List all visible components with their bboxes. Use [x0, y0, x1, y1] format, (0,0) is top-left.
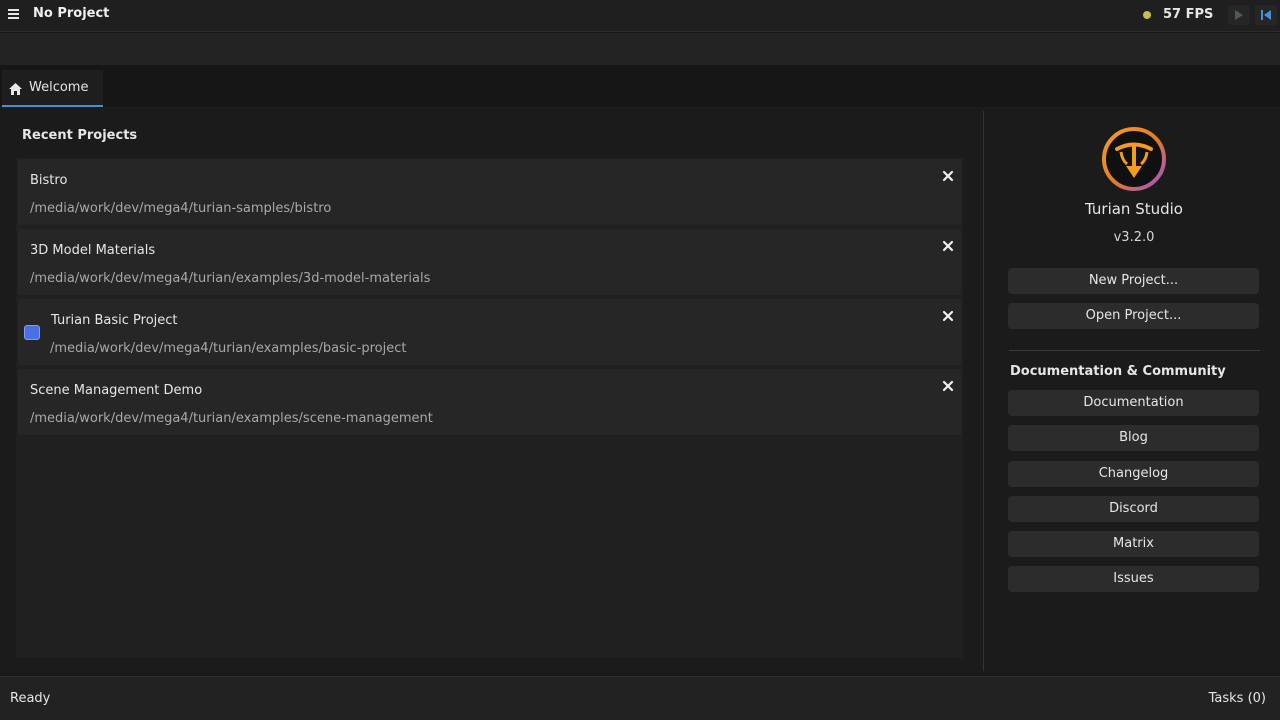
matrix-button[interactable]: Matrix — [1008, 531, 1259, 557]
fps-status-dot — [1143, 11, 1151, 19]
fps-counter: 57 FPS — [1163, 7, 1214, 22]
tab-welcome-label: Welcome — [29, 80, 89, 95]
project-path: /media/work/dev/mega4/turian-samples/bis… — [30, 201, 332, 216]
close-icon[interactable] — [941, 309, 955, 323]
status-bar: Ready Tasks (0) — [0, 676, 1280, 720]
issues-button[interactable]: Issues — [1008, 566, 1259, 592]
project-name: Scene Management Demo — [30, 383, 203, 398]
toolbar — [0, 33, 1280, 65]
tab-welcome[interactable]: Welcome — [2, 70, 103, 107]
project-path: /media/work/dev/mega4/turian/examples/sc… — [30, 411, 433, 426]
project-path: /media/work/dev/mega4/turian/examples/3d… — [30, 271, 431, 286]
close-icon[interactable] — [941, 379, 955, 393]
documentation-button[interactable]: Documentation — [1008, 390, 1259, 416]
recent-projects-heading: Recent Projects — [22, 128, 138, 143]
tab-bar: Welcome — [0, 65, 1280, 107]
documentation-heading: Documentation & Community — [1010, 364, 1226, 379]
recent-projects-list: Bistro /media/work/dev/mega4/turian-samp… — [16, 158, 963, 658]
project-title: No Project — [33, 6, 110, 21]
home-icon — [9, 83, 22, 95]
project-path: /media/work/dev/mega4/turian/examples/ba… — [50, 341, 407, 356]
app-name: Turian Studio — [1085, 200, 1183, 218]
tasks-indicator[interactable]: Tasks (0) — [1209, 691, 1266, 706]
panel-divider — [983, 111, 984, 671]
play-button[interactable] — [1228, 5, 1250, 25]
section-divider — [1009, 350, 1260, 351]
open-project-button[interactable]: Open Project... — [1008, 303, 1259, 329]
new-project-button[interactable]: New Project... — [1008, 268, 1259, 294]
turian-logo-icon — [1102, 127, 1166, 191]
project-item-scene-management-demo[interactable]: Scene Management Demo /media/work/dev/me… — [18, 369, 961, 435]
changelog-button[interactable]: Changelog — [1008, 461, 1259, 487]
project-name: Bistro — [30, 173, 68, 188]
play-icon — [1235, 10, 1243, 20]
status-text: Ready — [10, 691, 51, 706]
app-version: v3.2.0 — [1113, 230, 1155, 245]
project-item-bistro[interactable]: Bistro /media/work/dev/mega4/turian-samp… — [18, 159, 961, 225]
blog-button[interactable]: Blog — [1008, 425, 1259, 451]
restart-button[interactable] — [1255, 5, 1277, 25]
skip-to-start-icon — [1261, 10, 1271, 20]
project-name: Turian Basic Project — [51, 313, 178, 328]
project-select-checkbox[interactable] — [24, 325, 40, 340]
close-icon[interactable] — [941, 169, 955, 183]
project-item-turian-basic-project[interactable]: Turian Basic Project /media/work/dev/meg… — [18, 299, 961, 365]
discord-button[interactable]: Discord — [1008, 496, 1259, 522]
welcome-page: Recent Projects Bistro /media/work/dev/m… — [0, 107, 1280, 674]
project-item-3d-model-materials[interactable]: 3D Model Materials /media/work/dev/mega4… — [18, 229, 961, 295]
title-bar: No Project 57 FPS — [0, 0, 1280, 32]
close-icon[interactable] — [941, 239, 955, 253]
hamburger-menu-icon[interactable] — [8, 9, 19, 19]
project-name: 3D Model Materials — [30, 243, 156, 258]
